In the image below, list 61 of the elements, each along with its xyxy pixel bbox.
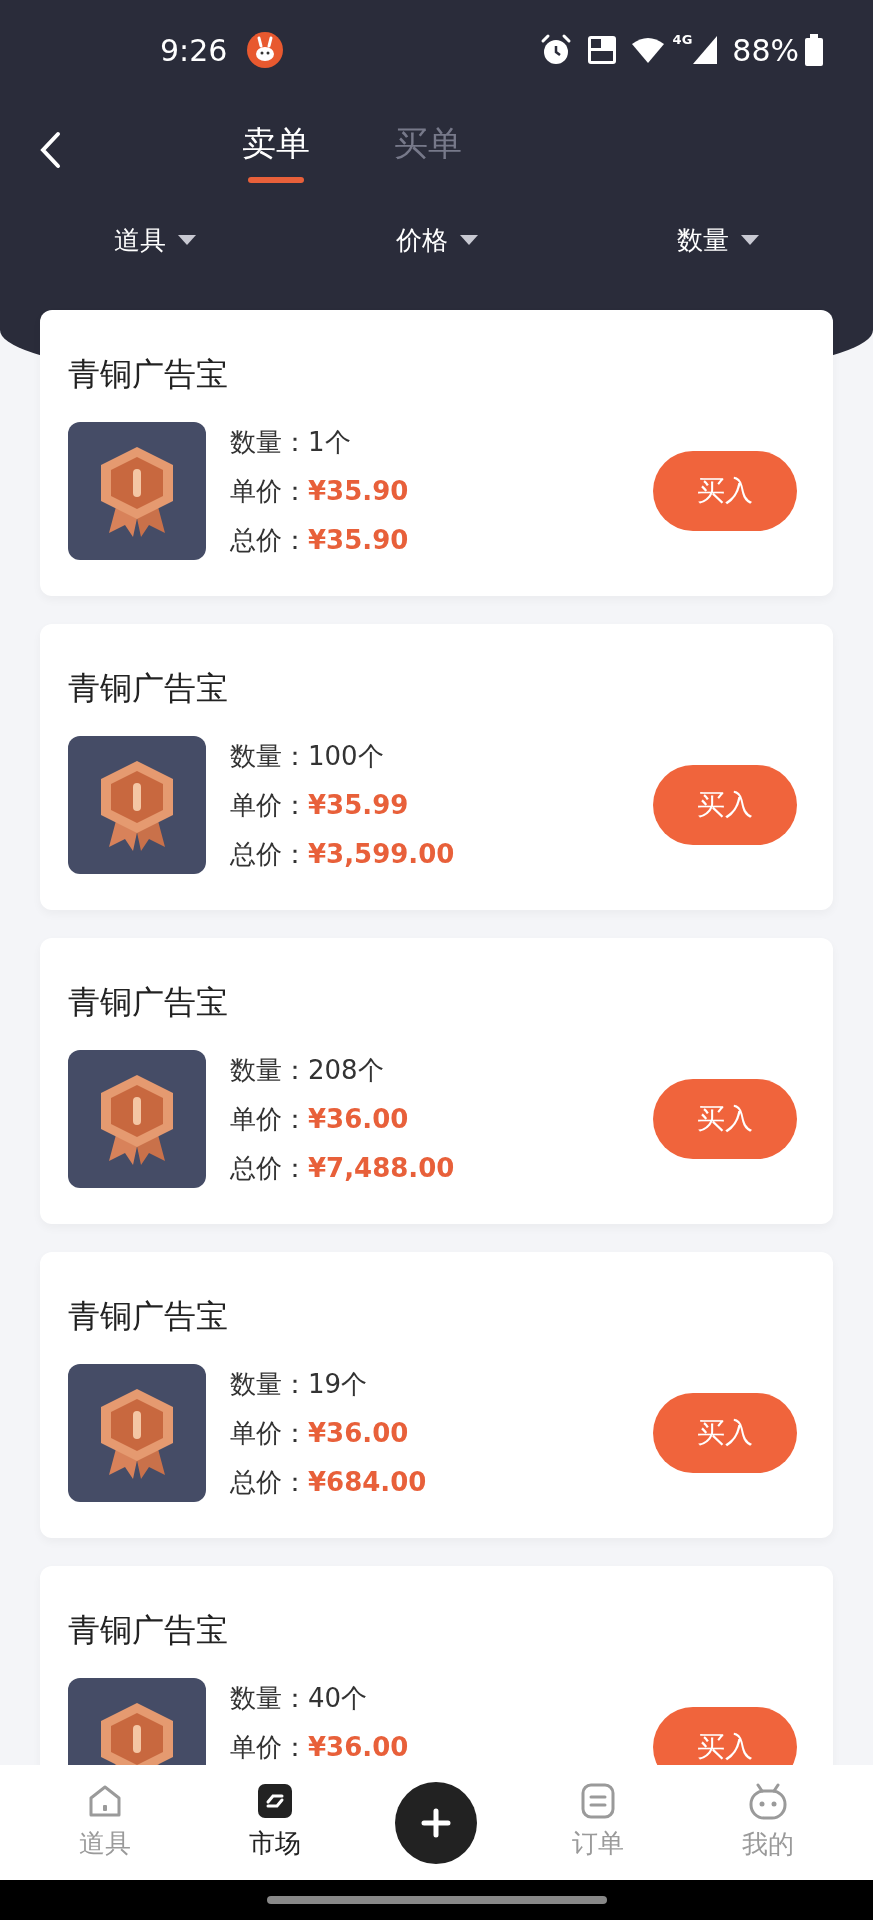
network-label: 4G xyxy=(672,31,693,49)
total-price-value: ¥3,599.00 xyxy=(308,838,455,871)
item-title: 青铜广告宝 xyxy=(68,982,229,1022)
nav-tab[interactable]: 订单 xyxy=(547,1782,648,1863)
filter-dropdown[interactable]: 数量 xyxy=(677,220,759,260)
battery-icon xyxy=(805,34,823,66)
item-title: 青铜广告宝 xyxy=(68,354,229,394)
buy-button[interactable]: 买入 xyxy=(653,1393,797,1473)
caret-icon xyxy=(741,235,759,245)
buy-button[interactable]: 买入 xyxy=(653,1707,797,1765)
unit-price-label: 单价： xyxy=(230,1103,308,1136)
unit-price-label: 单价： xyxy=(230,1731,308,1764)
total-price-value: ¥7,488.00 xyxy=(308,1152,455,1185)
nav-tab[interactable]: 市场 xyxy=(225,1782,326,1863)
unit-price-value: ¥35.90 xyxy=(308,475,409,508)
robot-face-icon xyxy=(747,1781,788,1821)
item-title: 青铜广告宝 xyxy=(68,1296,229,1336)
signal-icon xyxy=(692,35,719,65)
caret-icon xyxy=(178,235,196,245)
filter-dropdown[interactable]: 道具 xyxy=(114,220,196,260)
status-time: 9:26 xyxy=(160,31,228,70)
unit-price-value: ¥36.00 xyxy=(308,1731,409,1764)
nav-tab[interactable]: 我的 xyxy=(717,1781,818,1864)
total-price-value: ¥684.00 xyxy=(308,1466,427,1499)
quantity-label: 数量： xyxy=(230,1682,308,1715)
item-title: 青铜广告宝 xyxy=(68,1610,229,1650)
quantity-value: 19个 xyxy=(308,1368,368,1401)
total-price-label: 总价： xyxy=(230,524,308,557)
unit-price-label: 单价： xyxy=(230,1417,308,1450)
item-title: 青铜广告宝 xyxy=(68,668,229,708)
caret-icon xyxy=(459,235,478,245)
buy-button[interactable]: 买入 xyxy=(653,1079,797,1159)
unit-price-value: ¥36.00 xyxy=(308,1103,409,1136)
total-price-label: 总价： xyxy=(230,838,308,871)
plus-icon xyxy=(421,1807,452,1838)
quantity-label: 数量： xyxy=(230,1368,308,1401)
quantity-label: 数量： xyxy=(230,740,308,773)
quantity-value: 100个 xyxy=(308,740,384,773)
nav-tab[interactable]: 道具 xyxy=(55,1782,156,1863)
total-price-label: 总价： xyxy=(230,1152,308,1185)
total-price-label: 总价： xyxy=(230,1466,308,1499)
quantity-label: 数量： xyxy=(230,1054,308,1087)
filter-dropdown[interactable]: 价格 xyxy=(395,220,478,260)
quantity-value: 1个 xyxy=(308,426,351,459)
quantity-value: 40个 xyxy=(308,1682,368,1715)
back-icon xyxy=(38,130,62,170)
quantity-label: 数量： xyxy=(230,426,308,459)
battery-percent: 88% xyxy=(732,31,799,70)
total-price-value: ¥35.90 xyxy=(308,524,409,557)
unit-price-label: 单价： xyxy=(230,789,308,822)
wifi-icon xyxy=(630,36,665,64)
tab[interactable]: 卖单 xyxy=(242,117,310,183)
unit-price-value: ¥36.00 xyxy=(308,1417,409,1450)
exchange-icon xyxy=(256,1782,295,1820)
tab[interactable]: 买单 xyxy=(394,117,462,183)
buy-button[interactable]: 买入 xyxy=(653,765,797,845)
app-notification-icon xyxy=(247,32,284,68)
quantity-value: 208个 xyxy=(308,1054,384,1087)
buy-button[interactable]: 买入 xyxy=(653,451,797,531)
unit-price-label: 单价： xyxy=(230,475,308,508)
unit-price-value: ¥35.99 xyxy=(308,789,409,822)
